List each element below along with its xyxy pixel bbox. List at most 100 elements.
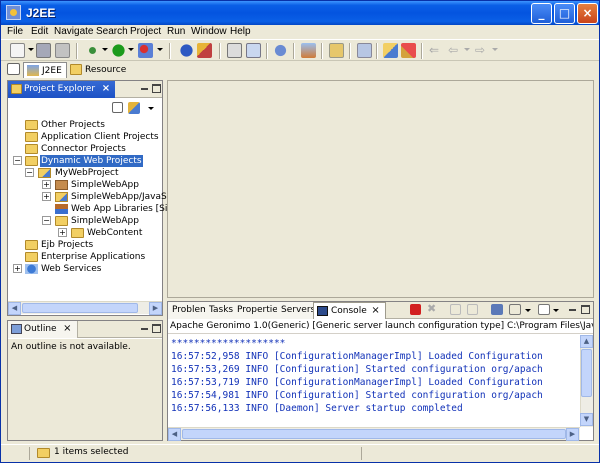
console-output[interactable]: ******************** 16:57:52,958 INFO [… <box>168 335 579 426</box>
hammer-icon[interactable] <box>197 43 212 58</box>
print-icon[interactable] <box>55 43 70 58</box>
console-vscrollbar[interactable]: ▲ ▼ <box>580 335 593 427</box>
open-perspective-icon[interactable] <box>7 63 20 75</box>
publish-icon[interactable] <box>273 43 288 58</box>
external-tools-icon[interactable] <box>138 43 153 58</box>
new-project-icon[interactable] <box>246 43 261 58</box>
tab-console[interactable]: Console × <box>313 302 386 319</box>
new-server-icon[interactable] <box>227 43 242 58</box>
scroll-left-icon[interactable]: ◀ <box>168 428 181 441</box>
close-icon[interactable]: × <box>371 303 379 319</box>
run-icon[interactable] <box>111 43 126 58</box>
source-folder-icon <box>55 192 68 202</box>
pin-console-icon[interactable] <box>491 304 503 315</box>
scroll-left-icon[interactable]: ◀ <box>8 302 21 315</box>
minimize-view-icon[interactable] <box>140 324 149 333</box>
perspective-resource[interactable]: Resource <box>67 62 130 78</box>
perspective-resource-label: Resource <box>85 65 127 75</box>
scrollbar-thumb[interactable] <box>182 429 566 439</box>
maximize-view-icon[interactable] <box>581 305 590 314</box>
clear-console-icon[interactable] <box>450 304 461 315</box>
toolbar-separator <box>266 43 268 59</box>
scroll-right-icon[interactable]: ▶ <box>149 302 162 315</box>
menu-project[interactable]: Project <box>130 26 161 37</box>
scroll-right-icon[interactable]: ▶ <box>566 428 579 441</box>
tab-outline[interactable]: Outline × <box>8 321 78 338</box>
folder-icon <box>71 228 84 238</box>
close-button[interactable]: × <box>577 3 598 24</box>
minimize-view-icon[interactable] <box>568 305 577 314</box>
eclipse-window: J2EE _ □ × File Edit Navigate Search Pro… <box>0 0 600 463</box>
outline-icon <box>11 324 22 334</box>
forward-dropdown-icon[interactable] <box>492 48 498 51</box>
back-dropdown-icon[interactable] <box>464 48 470 51</box>
scroll-lock-icon[interactable] <box>467 304 478 315</box>
title-bar[interactable]: J2EE _ □ × <box>1 1 599 25</box>
window-title: J2EE <box>26 6 56 20</box>
tree-item-label: MyWebProject <box>55 168 119 178</box>
folder-icon <box>37 448 50 458</box>
editor-area <box>167 80 594 298</box>
scroll-up-icon[interactable]: ▲ <box>580 335 593 348</box>
link-with-editor-icon[interactable] <box>128 102 140 114</box>
menu-edit[interactable]: Edit <box>31 26 48 37</box>
menu-search[interactable]: Search <box>96 26 128 37</box>
perspective-bar: J2EE Resource <box>1 61 599 79</box>
expand-icon[interactable]: + <box>13 264 22 273</box>
expand-icon[interactable]: + <box>42 192 51 201</box>
menu-run[interactable]: Run <box>167 26 185 37</box>
perspective-j2ee[interactable]: J2EE <box>23 62 67 78</box>
close-icon[interactable]: × <box>102 81 110 97</box>
toolbar-separator <box>376 43 378 59</box>
new-wizard-icon[interactable] <box>10 43 25 58</box>
scrollbar-thumb[interactable] <box>581 349 592 397</box>
tab-project-explorer[interactable]: Project Explorer × <box>8 81 116 98</box>
last-edit-icon[interactable]: ⇐ <box>429 43 444 58</box>
terminate-icon[interactable] <box>410 304 421 315</box>
remove-launch-icon[interactable]: ✖ <box>427 303 440 316</box>
view-menu-icon[interactable] <box>148 107 154 110</box>
expand-icon[interactable]: + <box>58 228 67 237</box>
collapse-icon[interactable]: − <box>25 168 34 177</box>
project-explorer-hscrollbar[interactable]: ◀ ▶ <box>8 301 162 315</box>
search-icon[interactable] <box>401 43 416 58</box>
collapse-icon[interactable]: − <box>42 216 51 225</box>
outline-message: An outline is not available. <box>11 342 131 352</box>
back-icon[interactable]: ⇦ <box>448 43 463 58</box>
console-hscrollbar[interactable]: ◀ ▶ <box>168 427 580 441</box>
run-dropdown-icon[interactable] <box>128 48 134 51</box>
open-folder-icon[interactable] <box>383 43 398 58</box>
open-console-icon[interactable] <box>538 304 550 315</box>
ejb-icon[interactable] <box>329 43 344 58</box>
collapse-icon[interactable]: − <box>13 156 22 165</box>
minimize-view-icon[interactable] <box>140 84 149 93</box>
menu-navigate[interactable]: Navigate <box>54 26 93 37</box>
external-tools-dropdown-icon[interactable] <box>157 48 163 51</box>
web-service-icon[interactable] <box>301 43 316 58</box>
expand-icon[interactable]: + <box>42 180 51 189</box>
open-type-icon[interactable] <box>357 43 372 58</box>
maximize-view-icon[interactable] <box>152 324 161 333</box>
save-icon[interactable] <box>36 43 51 58</box>
open-console-dropdown-icon[interactable] <box>553 309 559 312</box>
toolbar-separator <box>349 43 351 59</box>
scrollbar-thumb[interactable] <box>22 303 138 313</box>
debug-dropdown-icon[interactable] <box>102 48 108 51</box>
maximize-view-icon[interactable] <box>152 84 161 93</box>
new-dropdown-icon[interactable] <box>28 48 34 51</box>
menu-file[interactable]: File <box>7 26 23 37</box>
menu-window[interactable]: Window <box>191 26 227 37</box>
menu-help[interactable]: Help <box>230 26 251 37</box>
forward-icon[interactable]: ⇨ <box>475 43 490 58</box>
debug-icon[interactable] <box>85 43 100 58</box>
toolbar-separator <box>293 43 295 59</box>
collapse-all-icon[interactable] <box>112 102 123 113</box>
display-console-icon[interactable] <box>509 304 521 315</box>
close-icon[interactable]: × <box>63 321 71 337</box>
display-console-dropdown-icon[interactable] <box>525 309 531 312</box>
scroll-down-icon[interactable]: ▼ <box>580 413 593 426</box>
maximize-button[interactable]: □ <box>554 3 575 24</box>
tab-servers-label: Servers <box>281 305 316 315</box>
help-icon[interactable] <box>179 43 194 58</box>
minimize-button[interactable]: _ <box>531 3 552 24</box>
